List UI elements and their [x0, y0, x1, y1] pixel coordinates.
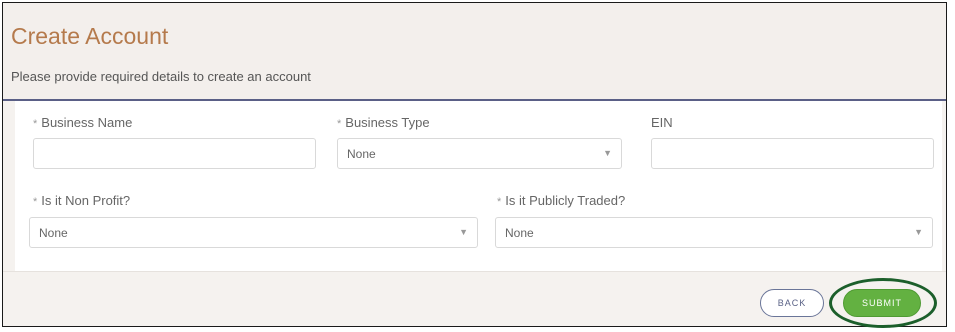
business-type-select[interactable]: None ▼	[337, 138, 622, 169]
ein-label: EIN	[651, 115, 673, 130]
required-marker: *	[33, 118, 38, 130]
publicly-traded-select[interactable]: None ▼	[495, 217, 933, 248]
business-name-label: * Business Name	[33, 115, 133, 130]
form-footer: BACK SUBMIT	[3, 271, 946, 328]
back-button[interactable]: BACK	[760, 289, 824, 317]
non-profit-value: None	[39, 226, 68, 240]
business-type-label: * Business Type	[337, 115, 430, 130]
required-marker: *	[33, 196, 38, 208]
ein-input[interactable]	[651, 138, 934, 169]
business-type-value: None	[347, 147, 376, 161]
create-account-panel: Create Account Please provide required d…	[2, 2, 947, 328]
required-marker: *	[497, 196, 502, 208]
business-name-input[interactable]	[33, 138, 316, 169]
non-profit-select[interactable]: None ▼	[29, 217, 478, 248]
publicly-traded-label: * Is it Publicly Traded?	[497, 193, 626, 208]
required-marker: *	[337, 118, 342, 130]
panel-header: Create Account Please provide required d…	[3, 3, 946, 101]
page-title: Create Account	[11, 23, 169, 49]
page-subtitle: Please provide required details to creat…	[11, 69, 311, 84]
publicly-traded-value: None	[505, 226, 534, 240]
chevron-down-icon: ▼	[459, 227, 468, 237]
non-profit-label: * Is it Non Profit?	[33, 193, 131, 208]
account-form: * Business Name * Business Type None ▼ EIN…	[15, 101, 942, 271]
submit-button[interactable]: SUBMIT	[843, 289, 921, 317]
chevron-down-icon: ▼	[603, 148, 612, 158]
chevron-down-icon: ▼	[914, 227, 923, 237]
